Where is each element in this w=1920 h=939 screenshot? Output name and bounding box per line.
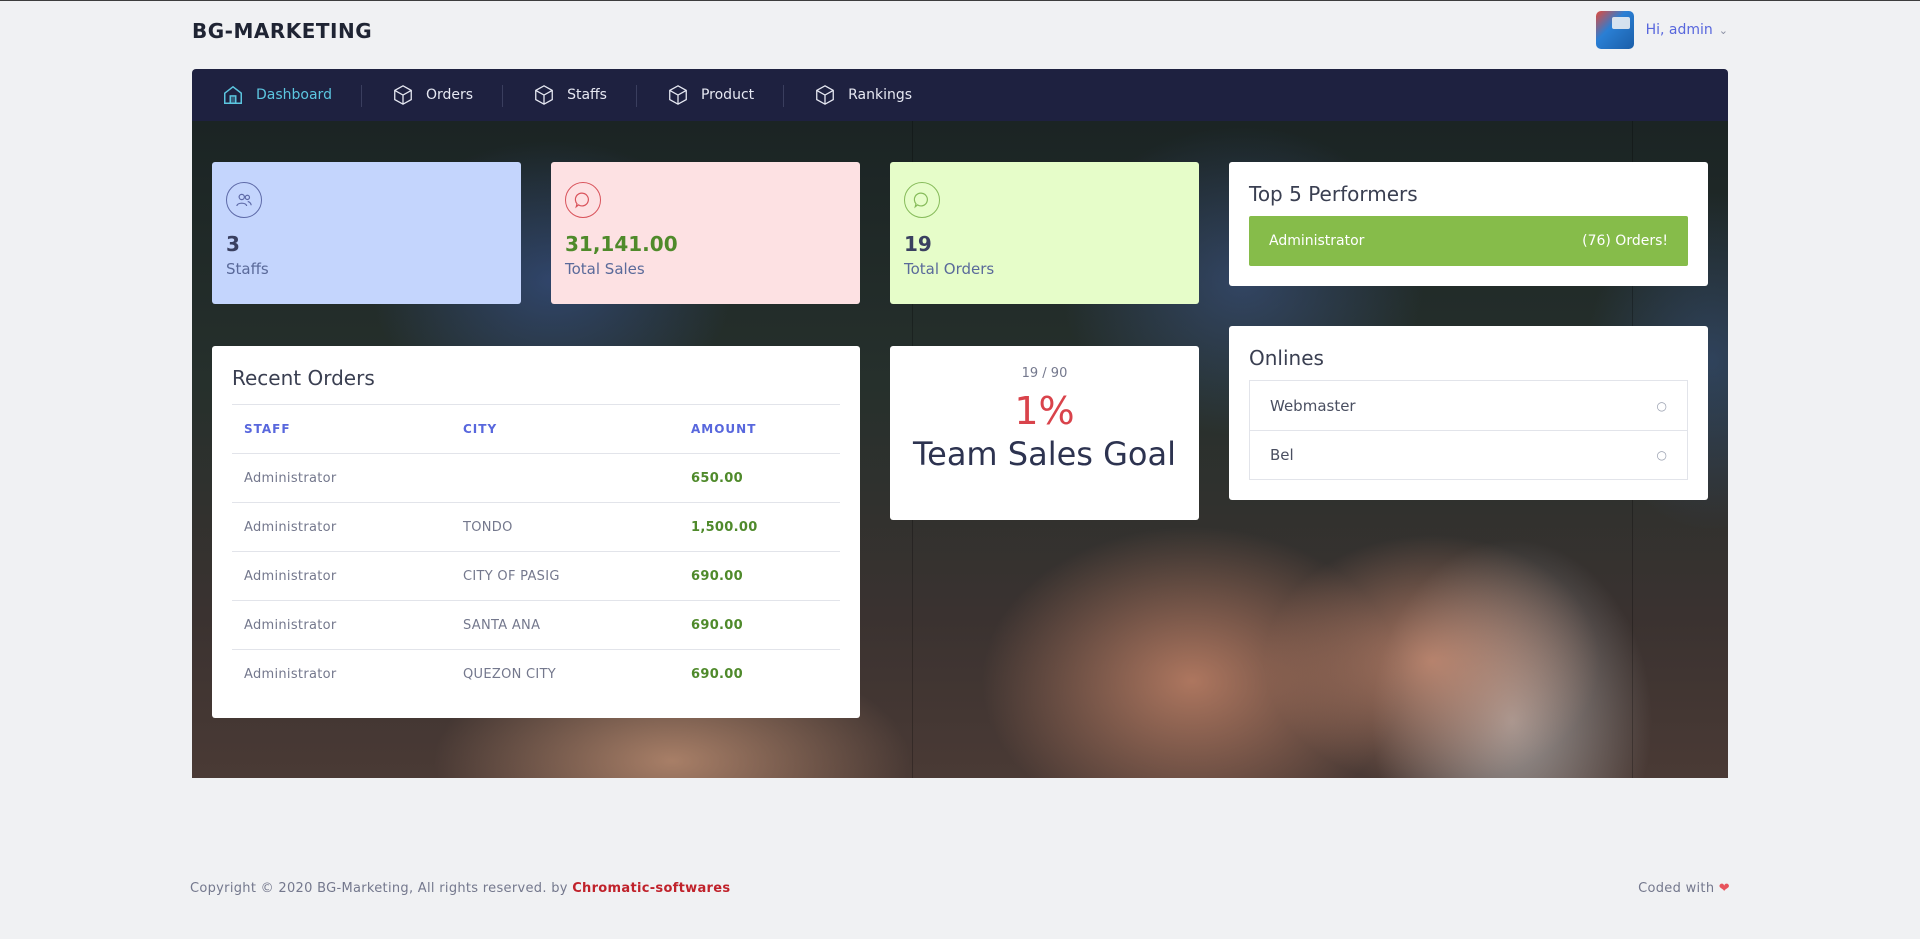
nav-label: Product: [700, 87, 755, 103]
recent-orders-panel: Recent Orders STAFF CITY AMOUNT Administ…: [212, 346, 860, 718]
performer-name: Administrator: [1269, 233, 1365, 249]
cell-city: [451, 453, 679, 503]
stat-value: 19: [904, 232, 932, 256]
team-sales-goal-panel: 19 / 90 1% Team Sales Goal: [890, 346, 1199, 520]
nav-label: Rankings: [848, 87, 913, 103]
user-menu[interactable]: Hi, admin ⌄: [1595, 11, 1728, 49]
online-list: Webmaster ○ Bel ○: [1249, 380, 1688, 480]
online-user-name: Bel: [1270, 446, 1294, 464]
cell-staff: Administrator: [232, 551, 451, 601]
cube-icon: [533, 84, 555, 106]
panel-title: Onlines: [1249, 346, 1324, 370]
online-user-name: Webmaster: [1270, 396, 1356, 415]
nav-label: Staffs: [567, 87, 607, 103]
nav-item-orders[interactable]: Orders: [392, 69, 504, 121]
stat-label: Staffs: [226, 260, 269, 278]
cell-amount: 690.00: [679, 551, 840, 601]
cell-amount: 690.00: [691, 666, 743, 682]
status-dot-icon: ○: [1656, 448, 1667, 462]
status-dot-icon: ○: [1656, 398, 1667, 413]
coded-with-text: Coded with: [1638, 881, 1715, 896]
heart-icon: ❤: [1718, 881, 1730, 896]
main-nav: Dashboard Orders Staffs Product Rankings: [192, 69, 1728, 121]
nav-item-rankings[interactable]: Rankings: [814, 69, 942, 121]
list-item[interactable]: Webmaster ○: [1250, 381, 1687, 430]
nav-item-staffs[interactable]: Staffs: [533, 69, 637, 121]
stat-value: 3: [226, 232, 240, 256]
goal-label: Team Sales Goal: [913, 435, 1176, 473]
chat-bubble-icon: [904, 182, 940, 218]
table-row[interactable]: Administrator CITY OF PASIG 690.00: [232, 551, 840, 601]
onlines-panel: Onlines Webmaster ○ Bel ○: [1229, 326, 1708, 500]
column-header-staff: STAFF: [232, 404, 451, 454]
performer-orders: (76) Orders!: [1582, 233, 1668, 249]
stat-label: Total Sales: [565, 260, 645, 278]
footer: Copyright © 2020 BG-Marketing, All right…: [190, 881, 1730, 896]
cell-staff: Administrator: [232, 600, 451, 650]
goal-ratio: 19 / 90: [1021, 366, 1068, 381]
list-item[interactable]: Bel ○: [1250, 430, 1687, 479]
footer-link[interactable]: Chromatic-softwares: [572, 881, 730, 896]
table-row[interactable]: Administrator TONDO 1,500.00: [232, 502, 840, 552]
cell-staff: Administrator: [232, 453, 451, 503]
nav-label: Orders: [425, 87, 474, 103]
nav-item-dashboard[interactable]: Dashboard: [222, 69, 362, 121]
top-performer-item[interactable]: Administrator (76) Orders!: [1249, 216, 1688, 266]
cell-city: SANTA ANA: [451, 600, 679, 650]
user-greeting[interactable]: Hi, admin: [1646, 22, 1713, 38]
cube-icon: [814, 84, 836, 106]
table-row[interactable]: Administrator QUEZON CITY 690.00: [232, 650, 840, 699]
nav-label: Dashboard: [256, 87, 332, 103]
top-performers-panel: Top 5 Performers Administrator (76) Orde…: [1229, 162, 1708, 286]
cell-city: QUEZON CITY: [463, 666, 557, 682]
coded-with: Coded with ❤: [1638, 881, 1730, 896]
panel-title: Recent Orders: [232, 366, 375, 390]
cell-amount: 690.00: [679, 600, 840, 650]
table-row[interactable]: Administrator SANTA ANA 690.00: [232, 600, 840, 650]
goal-percent: 1%: [1014, 389, 1075, 433]
chevron-down-icon[interactable]: ⌄: [1719, 24, 1728, 37]
users-icon: [226, 182, 262, 218]
table-header-row: STAFF CITY AMOUNT: [232, 404, 840, 454]
cell-city: TONDO: [451, 502, 679, 552]
cube-icon: [392, 84, 414, 106]
cell-staff: Administrator: [244, 666, 337, 682]
column-header-amount: AMOUNT: [679, 404, 840, 454]
stat-card-staffs: 3 Staffs: [212, 162, 521, 304]
stat-label: Total Orders: [904, 260, 995, 278]
avatar[interactable]: [1595, 11, 1634, 49]
cell-amount: 650.00: [679, 453, 840, 503]
chat-bubble-icon: [565, 182, 601, 218]
column-header-city: CITY: [451, 404, 679, 454]
cell-city: CITY OF PASIG: [451, 551, 679, 601]
table-row[interactable]: Administrator 650.00: [232, 453, 840, 503]
brand-logo[interactable]: BG-MARKETING: [192, 19, 372, 43]
topbar: BG-MARKETING Hi, admin ⌄: [192, 1, 1728, 61]
panel-title: Top 5 Performers: [1249, 182, 1418, 206]
stat-card-total-sales: 31,141.00 Total Sales: [551, 162, 860, 304]
copyright-text: Copyright © 2020 BG-Marketing, All right…: [190, 881, 568, 896]
cell-amount: 1,500.00: [679, 502, 840, 552]
recent-orders-table: STAFF CITY AMOUNT Administrator 650.00 A…: [232, 404, 840, 699]
cell-staff: Administrator: [232, 502, 451, 552]
copyright: Copyright © 2020 BG-Marketing, All right…: [190, 881, 730, 896]
stat-value: 31,141.00: [565, 232, 678, 256]
cube-icon: [667, 84, 689, 106]
home-icon: [222, 84, 244, 106]
stat-card-total-orders: 19 Total Orders: [890, 162, 1199, 304]
nav-item-product[interactable]: Product: [667, 69, 785, 121]
